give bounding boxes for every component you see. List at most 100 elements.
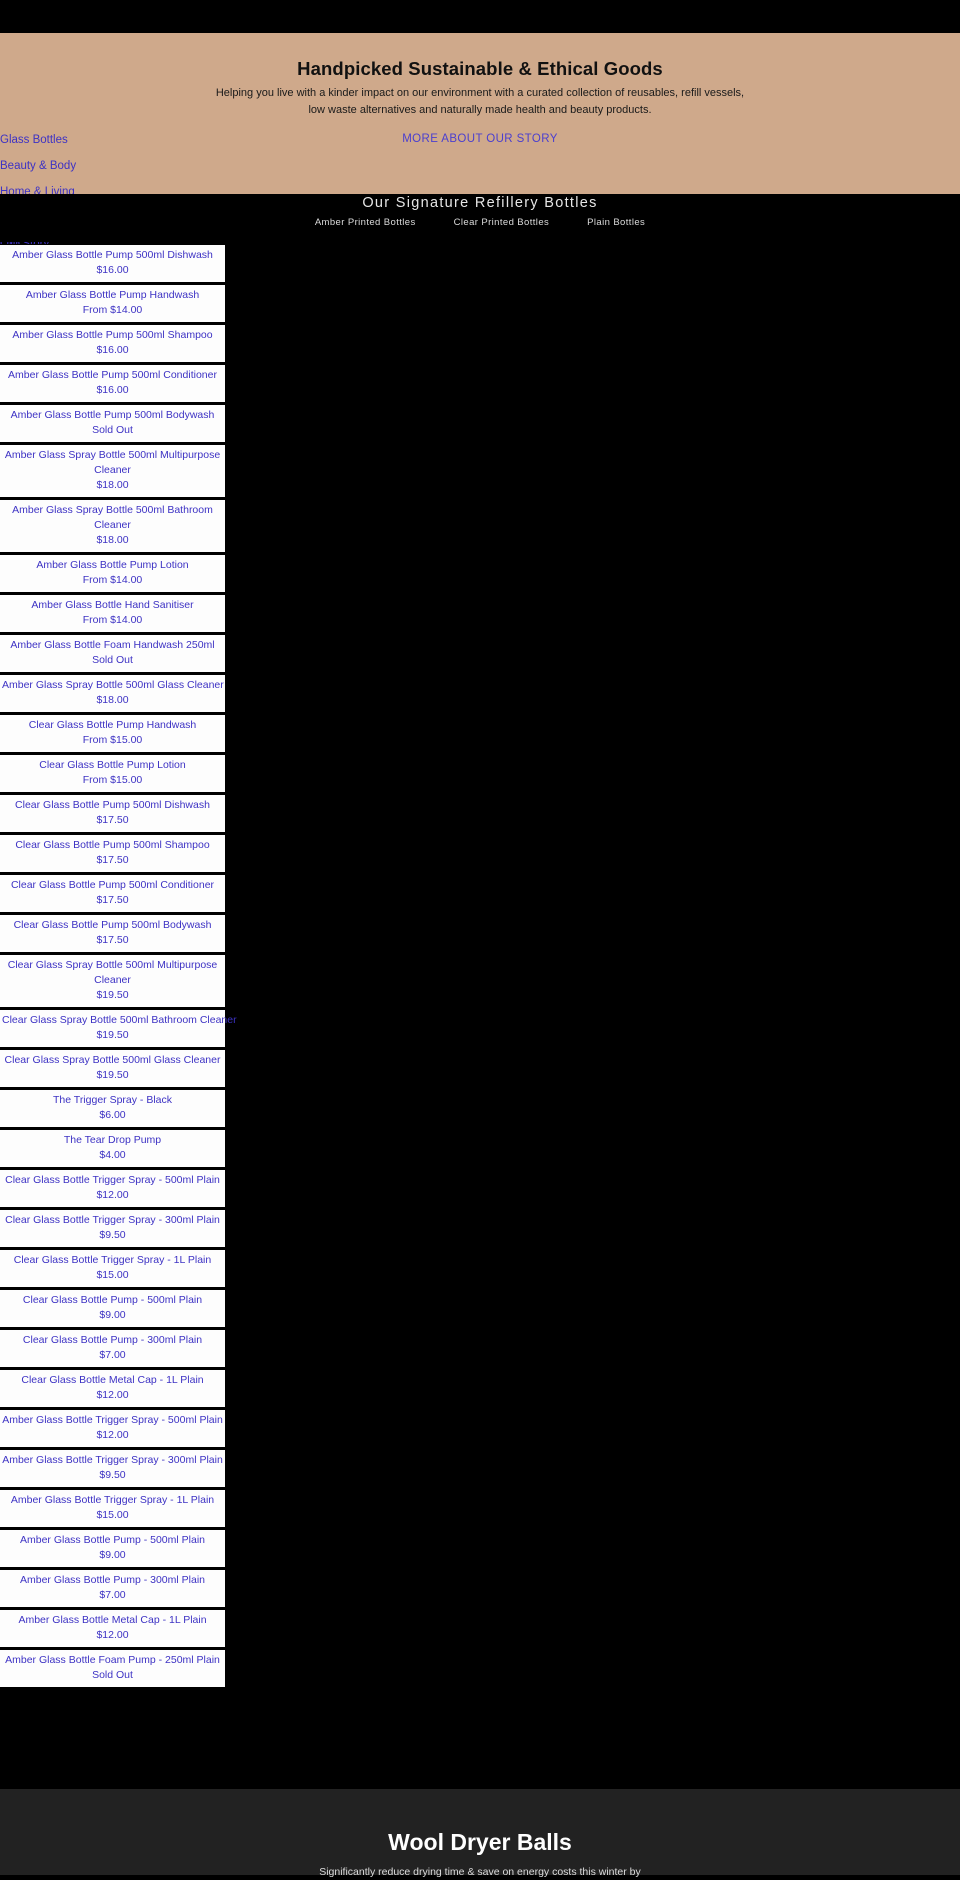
product-title: Clear Glass Bottle Metal Cap - 1L Plain — [21, 1374, 204, 1386]
top-black-strip — [0, 0, 960, 33]
product-list: Amber Glass Bottle Pump 500ml Dishwash $1… — [0, 244, 237, 1689]
product-title: Amber Glass Bottle Foam Handwash 250ml — [10, 639, 215, 651]
product-title: Amber Glass Bottle Trigger Spray - 1L Pl… — [10, 1494, 215, 1506]
product-price: From $14.00 — [82, 574, 143, 586]
product-card[interactable]: Amber Glass Bottle Pump 500ml Conditione… — [0, 364, 227, 404]
product-price: $12.00 — [96, 1189, 129, 1201]
product-title: Clear Glass Spray Bottle 500ml Glass Cle… — [4, 1054, 221, 1066]
product-price: Sold Out — [92, 1669, 133, 1681]
product-title: Clear Glass Bottle Pump Lotion — [39, 759, 186, 771]
product-card[interactable]: Clear Glass Bottle Trigger Spray - 300ml… — [0, 1209, 227, 1249]
product-price: $9.00 — [99, 1549, 126, 1561]
product-price: $4.00 — [99, 1149, 126, 1161]
product-card[interactable]: Amber Glass Bottle Trigger Spray - 500ml… — [0, 1409, 227, 1449]
product-card[interactable]: Amber Glass Spray Bottle 500ml Glass Cle… — [0, 674, 227, 714]
product-card[interactable]: Amber Glass Bottle Pump - 500ml Plain $9.… — [0, 1529, 227, 1569]
product-price: $6.00 — [99, 1109, 126, 1121]
product-price: Sold Out — [92, 654, 133, 666]
product-card[interactable]: Amber Glass Bottle Trigger Spray - 300ml… — [0, 1449, 227, 1489]
product-title: Clear Glass Bottle Pump - 500ml Plain — [22, 1294, 203, 1306]
product-card[interactable]: Clear Glass Bottle Pump - 500ml Plain $9.… — [0, 1289, 227, 1329]
product-title: Clear Glass Spray Bottle 500ml Bathroom … — [2, 1014, 237, 1026]
more-about-our-story-link[interactable]: MORE ABOUT OUR STORY — [330, 131, 630, 148]
product-card[interactable]: Clear Glass Bottle Pump - 300ml Plain $7.… — [0, 1329, 227, 1369]
product-card[interactable]: Amber Glass Bottle Pump Lotion From $14.0… — [0, 554, 227, 594]
product-title: Amber Glass Bottle Pump Lotion — [36, 559, 189, 571]
product-price: From $14.00 — [82, 614, 143, 626]
product-card[interactable]: Clear Glass Bottle Pump 500ml Bodywash $1… — [0, 914, 227, 954]
collection-title: Our Signature Refillery Bottles — [362, 195, 598, 211]
product-card[interactable]: Amber Glass Spray Bottle 500ml Bathroom … — [0, 499, 227, 554]
product-price: $9.50 — [99, 1469, 126, 1481]
product-title: Amber Glass Spray Bottle 500ml Bathroom … — [12, 504, 213, 531]
product-card[interactable]: Clear Glass Bottle Trigger Spray - 1L Pl… — [0, 1249, 227, 1289]
promo-section: Wool Dryer Balls Significantly reduce dr… — [0, 1789, 960, 1878]
product-price: $9.50 — [99, 1229, 126, 1241]
product-price: $12.00 — [96, 1629, 129, 1641]
product-card[interactable]: Clear Glass Spray Bottle 500ml Multipurp… — [0, 954, 227, 1009]
tab-plain-bottles[interactable]: Plain Bottles — [587, 217, 645, 228]
product-title: Clear Glass Bottle Trigger Spray - 1L Pl… — [13, 1254, 212, 1266]
product-card[interactable]: Amber Glass Bottle Pump Handwash From $14… — [0, 284, 227, 324]
nav-item-glass-bottles[interactable]: Glass Bottles — [0, 134, 68, 146]
product-card[interactable]: Clear Glass Bottle Pump Lotion From $15.0… — [0, 754, 227, 794]
product-card[interactable]: Clear Glass Bottle Metal Cap - 1L Plain $… — [0, 1369, 227, 1409]
product-title: Clear Glass Bottle Trigger Spray - 300ml… — [5, 1214, 220, 1226]
product-card[interactable]: Clear Glass Bottle Pump Handwash From $15… — [0, 714, 227, 754]
product-title: Amber Glass Spray Bottle 500ml Glass Cle… — [2, 679, 224, 691]
product-title: Clear Glass Bottle Pump Handwash — [28, 719, 197, 731]
product-title: Amber Glass Bottle Hand Sanitiser — [31, 599, 194, 611]
product-price: $18.00 — [96, 534, 129, 546]
tab-amber-printed-bottles[interactable]: Amber Printed Bottles — [315, 217, 416, 228]
nav-item-beauty-and-body[interactable]: Beauty & Body — [0, 160, 76, 172]
product-price: $19.50 — [96, 989, 129, 1001]
product-title: Amber Glass Bottle Pump - 300ml Plain — [20, 1574, 205, 1586]
product-price: $9.00 — [99, 1309, 126, 1321]
product-price: From $14.00 — [82, 304, 143, 316]
product-price: Sold Out — [92, 424, 133, 436]
product-card[interactable]: Amber Glass Bottle Pump 500ml Dishwash $1… — [0, 244, 227, 284]
product-card[interactable]: Clear Glass Bottle Trigger Spray - 500ml… — [0, 1169, 227, 1209]
product-card[interactable]: Amber Glass Bottle Pump - 300ml Plain $7.… — [0, 1569, 227, 1609]
product-card[interactable]: Clear Glass Bottle Pump 500ml Shampoo $17… — [0, 834, 227, 874]
collection-header: Our Signature Refillery Bottles Amber Pr… — [0, 194, 960, 242]
product-price: $7.00 — [99, 1349, 126, 1361]
product-card[interactable]: Clear Glass Bottle Pump 500ml Conditione… — [0, 874, 227, 914]
product-price: $7.00 — [99, 1589, 126, 1601]
tab-clear-printed-bottles[interactable]: Clear Printed Bottles — [454, 217, 550, 228]
product-title: Amber Glass Bottle Foam Pump - 250ml Pla… — [5, 1654, 220, 1666]
product-card[interactable]: Amber Glass Bottle Pump 500ml Shampoo $16… — [0, 324, 227, 364]
product-price: $12.00 — [96, 1429, 129, 1441]
hero-banner: Handpicked Sustainable & Ethical Goods H… — [0, 33, 960, 194]
promo-title: Wool Dryer Balls — [388, 1829, 572, 1855]
product-card[interactable]: The Trigger Spray - Black $6.00 — [0, 1089, 227, 1129]
product-card[interactable]: Clear Glass Spray Bottle 500ml Glass Cle… — [0, 1049, 227, 1089]
product-title: Amber Glass Bottle Trigger Spray - 300ml… — [2, 1454, 223, 1466]
product-card[interactable]: Amber Glass Bottle Foam Pump - 250ml Pla… — [0, 1649, 227, 1689]
product-title: Clear Glass Bottle Pump 500ml Shampoo — [15, 839, 210, 851]
product-title: Clear Glass Bottle Pump 500ml Dishwash — [15, 799, 210, 811]
product-title: Clear Glass Bottle Pump - 300ml Plain — [22, 1334, 203, 1346]
product-title: Amber Glass Bottle Pump 500ml Dishwash — [12, 249, 213, 261]
product-price: $19.50 — [96, 1069, 129, 1081]
product-title: Clear Glass Bottle Pump 500ml Bodywash — [13, 919, 212, 931]
product-title: The Trigger Spray - Black — [52, 1094, 173, 1106]
product-title: Amber Glass Bottle Pump 500ml Shampoo — [12, 329, 213, 341]
product-price: $17.50 — [96, 854, 129, 866]
product-card[interactable]: Amber Glass Spray Bottle 500ml Multipurp… — [0, 444, 227, 499]
product-card[interactable]: The Tear Drop Pump $4.00 — [0, 1129, 227, 1169]
product-price: $17.50 — [96, 934, 129, 946]
product-card[interactable]: Amber Glass Bottle Hand Sanitiser From $1… — [0, 594, 227, 634]
product-price: $18.00 — [96, 694, 129, 706]
product-title: Amber Glass Bottle Pump 500ml Conditione… — [8, 369, 217, 381]
product-card[interactable]: Amber Glass Bottle Trigger Spray - 1L Pl… — [0, 1489, 227, 1529]
product-price: $16.00 — [96, 344, 129, 356]
product-title: Clear Glass Spray Bottle 500ml Multipurp… — [7, 959, 218, 986]
product-title: Clear Glass Bottle Pump 500ml Conditione… — [10, 879, 215, 891]
product-card[interactable]: Clear Glass Spray Bottle 500ml Bathroom … — [0, 1009, 237, 1049]
product-card[interactable]: Amber Glass Bottle Metal Cap - 1L Plain $… — [0, 1609, 227, 1649]
product-card[interactable]: Amber Glass Bottle Foam Handwash 250ml So… — [0, 634, 227, 674]
product-card[interactable]: Amber Glass Bottle Pump 500ml Bodywash So… — [0, 404, 227, 444]
product-card[interactable]: Clear Glass Bottle Pump 500ml Dishwash $1… — [0, 794, 227, 834]
product-price: $15.00 — [96, 1509, 129, 1521]
